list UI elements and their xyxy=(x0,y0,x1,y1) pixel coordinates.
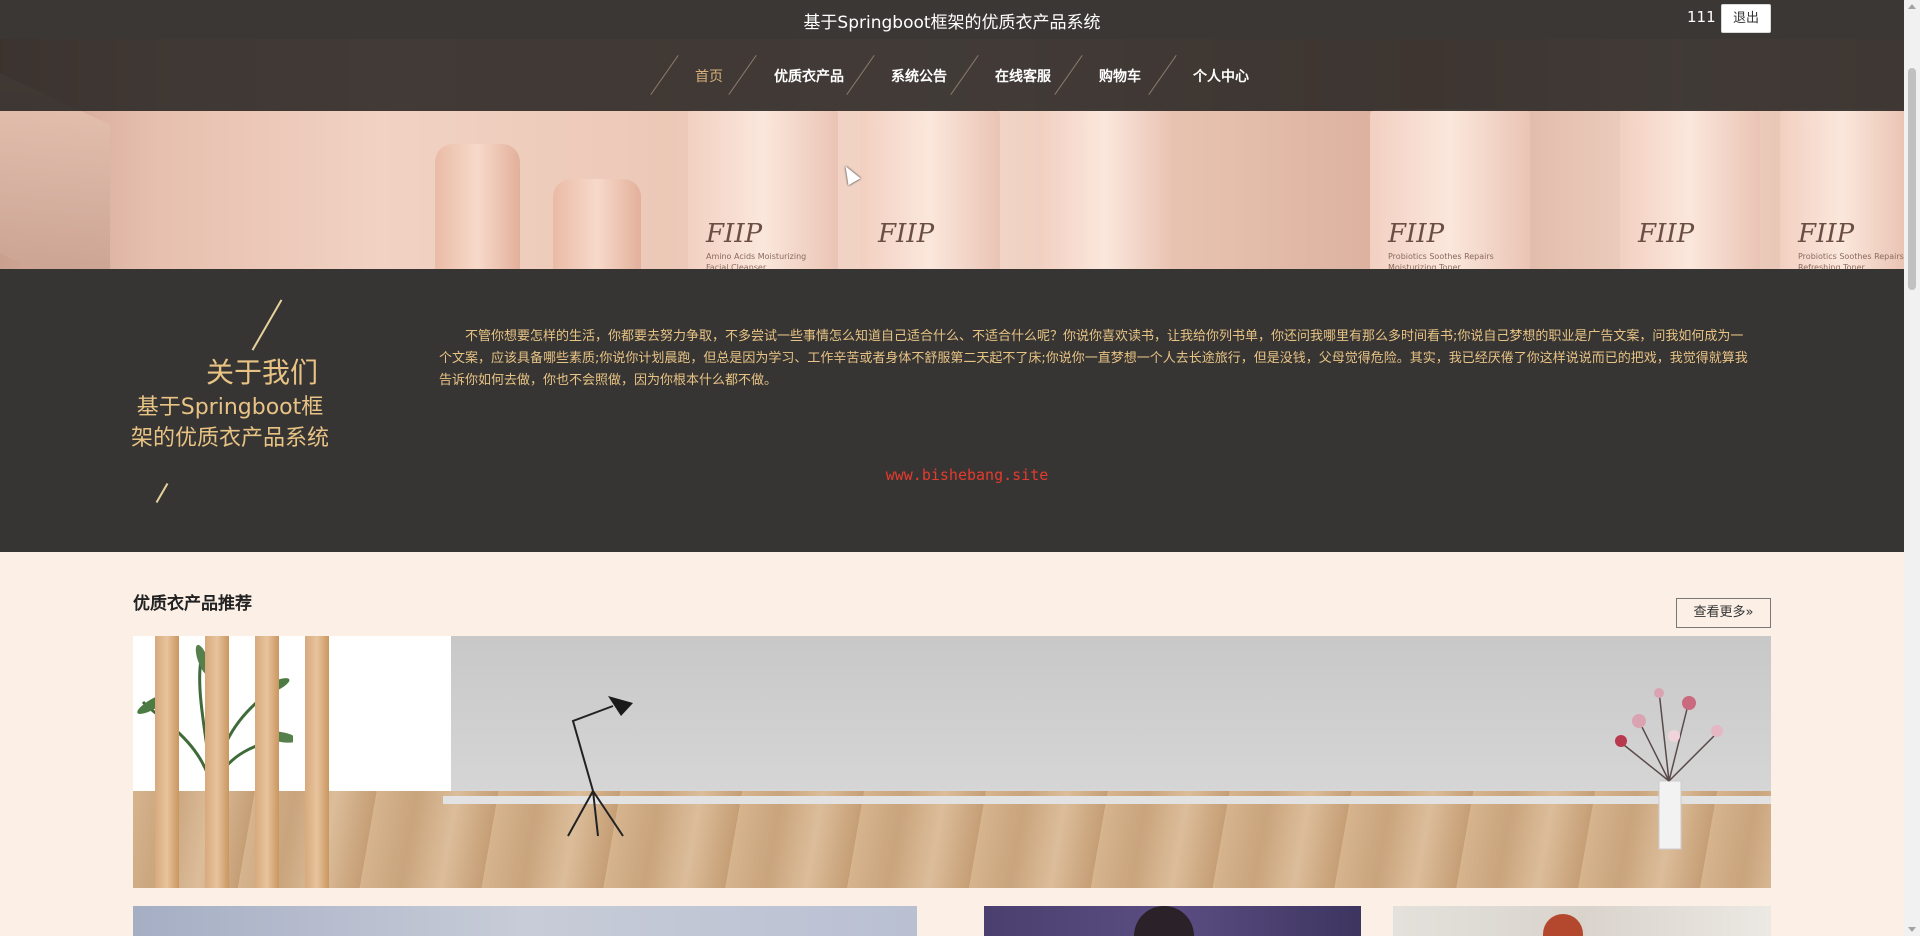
site-title: 基于Springboot框架的优质衣产品系统 xyxy=(803,13,1101,33)
tube-brand: FIIP xyxy=(706,219,763,249)
nav-divider xyxy=(1054,55,1083,95)
about-decor-line xyxy=(251,299,283,351)
tube-brand: FIIP xyxy=(1638,219,1695,249)
product-thumbnail[interactable] xyxy=(133,906,917,936)
watermark-link[interactable]: www.bishebang.site xyxy=(0,466,1904,484)
wood-slat xyxy=(205,636,229,888)
banner-tube: FIIP Amino Acids Moisturizing Facial Cle… xyxy=(688,109,838,269)
nav-item-products[interactable]: 优质衣产品 xyxy=(774,66,844,86)
tube-brand: FIIP xyxy=(1388,219,1445,249)
top-bar: 基于Springboot框架的优质衣产品系统 111 退出 xyxy=(0,0,1904,39)
tube-text: Amino Acids Moisturizing Facial Cleanser xyxy=(706,252,807,269)
scroll-thumb[interactable] xyxy=(1908,68,1916,290)
flower-vase-icon xyxy=(1615,688,1723,850)
wood-slat xyxy=(255,636,279,888)
tube-brand: FIIP xyxy=(1798,219,1855,249)
nav-divider xyxy=(950,55,979,95)
tube-brand: FIIP xyxy=(878,219,935,249)
logout-button[interactable]: 退出 xyxy=(1721,4,1771,33)
product-object xyxy=(1543,914,1583,936)
wood-slat xyxy=(155,636,179,888)
tube-text: Probiotics Soothes Repairs Refreshing To… xyxy=(1798,252,1904,269)
main-nav: 首页 优质衣产品 系统公告 在线客服 购物车 个人中心 xyxy=(0,39,1904,111)
about-section: 关于我们 基于Springboot框架的优质衣产品系统 不管你想要怎样的生活，你… xyxy=(0,269,1904,552)
username: 111 xyxy=(1687,8,1716,26)
banner-jar xyxy=(553,179,641,269)
room-floor xyxy=(133,791,1771,888)
wood-slat xyxy=(305,636,329,888)
nav-item-announcements[interactable]: 系统公告 xyxy=(891,66,947,86)
recommend-banner-image[interactable] xyxy=(133,636,1771,888)
banner-tube: FIIP xyxy=(860,109,1000,269)
nav-item-customer-service[interactable]: 在线客服 xyxy=(995,66,1051,86)
view-more-button[interactable]: 查看更多» xyxy=(1676,598,1771,628)
nav-item-profile[interactable]: 个人中心 xyxy=(1193,66,1249,86)
nav-divider xyxy=(650,55,679,95)
scroll-down-icon[interactable] xyxy=(1908,927,1916,932)
scroll-up-icon[interactable] xyxy=(1908,4,1916,9)
nav-divider xyxy=(1148,55,1177,95)
product-thumbnail[interactable] xyxy=(1393,906,1771,936)
model-head xyxy=(1134,906,1194,936)
about-heading: 关于我们 xyxy=(206,356,319,389)
tube-text: Probiotics Soothes Repairs Moisturizing … xyxy=(1388,252,1494,269)
banner-jar xyxy=(435,144,520,269)
banner-tube xyxy=(1040,109,1170,269)
page-scrollbar[interactable] xyxy=(1904,0,1920,936)
banner-tube: FIIP xyxy=(1620,109,1760,269)
nav-divider xyxy=(846,55,875,95)
about-subtitle: 基于Springboot框架的优质衣产品系统 xyxy=(130,395,329,451)
about-decor-line xyxy=(155,482,169,504)
banner-tube: FIIP Probiotics Soothes Repairs Refreshi… xyxy=(1780,109,1904,269)
about-body-text: 不管你想要怎样的生活，你都要去努力争取，不多尝试一些事情怎么知道自己适合什么、不… xyxy=(439,329,1748,388)
banner-tube: FIIP Probiotics Soothes Repairs Moisturi… xyxy=(1370,109,1530,269)
product-thumbnail[interactable] xyxy=(984,906,1361,936)
recommend-title: 优质衣产品推荐 xyxy=(133,594,252,614)
nav-item-cart[interactable]: 购物车 xyxy=(1099,66,1141,86)
nav-divider xyxy=(728,55,757,95)
floor-lamp-icon xyxy=(567,696,633,837)
nav-item-home[interactable]: 首页 xyxy=(695,66,723,86)
